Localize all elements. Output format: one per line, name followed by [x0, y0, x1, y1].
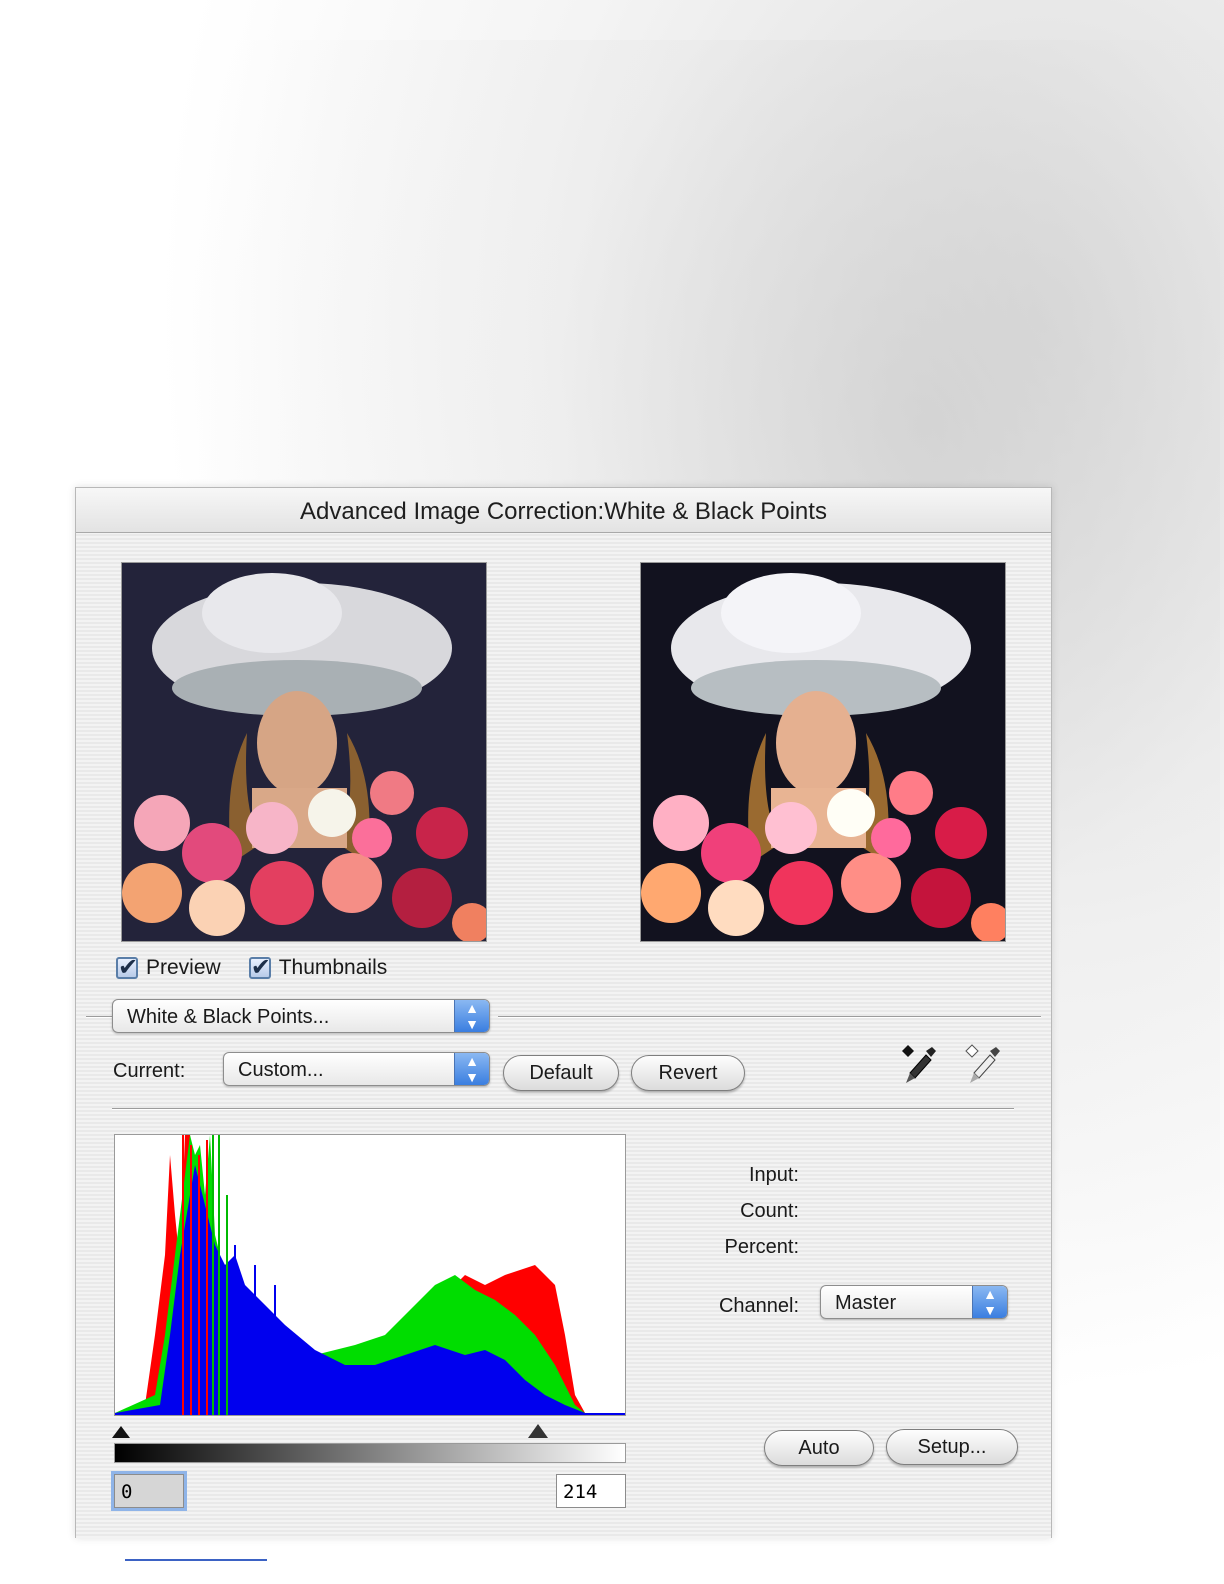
- revert-button[interactable]: Revert: [631, 1055, 745, 1091]
- auto-button[interactable]: Auto: [764, 1430, 874, 1466]
- thumbnails-checkbox-label: Thumbnails: [278, 956, 388, 979]
- channel-label: Channel:: [718, 1295, 799, 1317]
- window-title: Advanced Image Correction:White & Black …: [76, 488, 1051, 533]
- popup-arrows-icon: ▲ ▼: [972, 1286, 1007, 1318]
- white-eyedropper-icon[interactable]: [962, 1043, 1002, 1085]
- percent-label: Percent:: [724, 1236, 799, 1258]
- levels-histogram[interactable]: [114, 1134, 626, 1416]
- after-preview-image: [640, 562, 1006, 942]
- current-preset-popup[interactable]: Custom... ▲ ▼: [223, 1052, 490, 1086]
- white-point-slider[interactable]: [528, 1424, 548, 1438]
- channel-popup[interactable]: Master ▲ ▼: [820, 1285, 1008, 1319]
- black-eyedropper-icon[interactable]: [898, 1043, 938, 1085]
- tone-gradient-bar: [114, 1443, 626, 1463]
- correction-tool-value: White & Black Points...: [127, 1006, 330, 1028]
- current-label: Current:: [113, 1060, 186, 1082]
- count-label: Count:: [740, 1200, 799, 1222]
- advanced-image-correction-dialog: Advanced Image Correction:White & Black …: [75, 487, 1052, 1538]
- popup-arrows-icon: ▲ ▼: [454, 1053, 489, 1085]
- setup-button[interactable]: Setup...: [886, 1429, 1018, 1465]
- preview-checkbox[interactable]: [116, 953, 138, 982]
- popup-arrows-icon: ▲ ▼: [454, 1000, 489, 1032]
- default-button[interactable]: Default: [503, 1055, 619, 1091]
- divider-right: [498, 1016, 1041, 1018]
- thumbnails-checkbox-group[interactable]: Thumbnails: [248, 953, 388, 982]
- black-point-field[interactable]: 0: [114, 1474, 184, 1508]
- divider-section: [112, 1108, 1014, 1110]
- divider-left: [86, 1016, 112, 1018]
- options-row: Preview Thumbnails: [116, 953, 415, 982]
- preview-checkbox-group[interactable]: Preview: [116, 953, 221, 982]
- link-underline: [125, 1559, 267, 1561]
- thumbnails-checkbox[interactable]: [248, 953, 271, 982]
- white-point-field[interactable]: 214: [556, 1474, 626, 1508]
- before-preview-image: [121, 562, 487, 942]
- black-point-slider[interactable]: [112, 1426, 130, 1438]
- input-label: Input:: [748, 1164, 799, 1186]
- channel-value: Master: [835, 1292, 897, 1314]
- preview-checkbox-label: Preview: [146, 956, 221, 979]
- current-preset-value: Custom...: [238, 1059, 324, 1081]
- correction-tool-popup[interactable]: White & Black Points... ▲ ▼: [112, 999, 490, 1033]
